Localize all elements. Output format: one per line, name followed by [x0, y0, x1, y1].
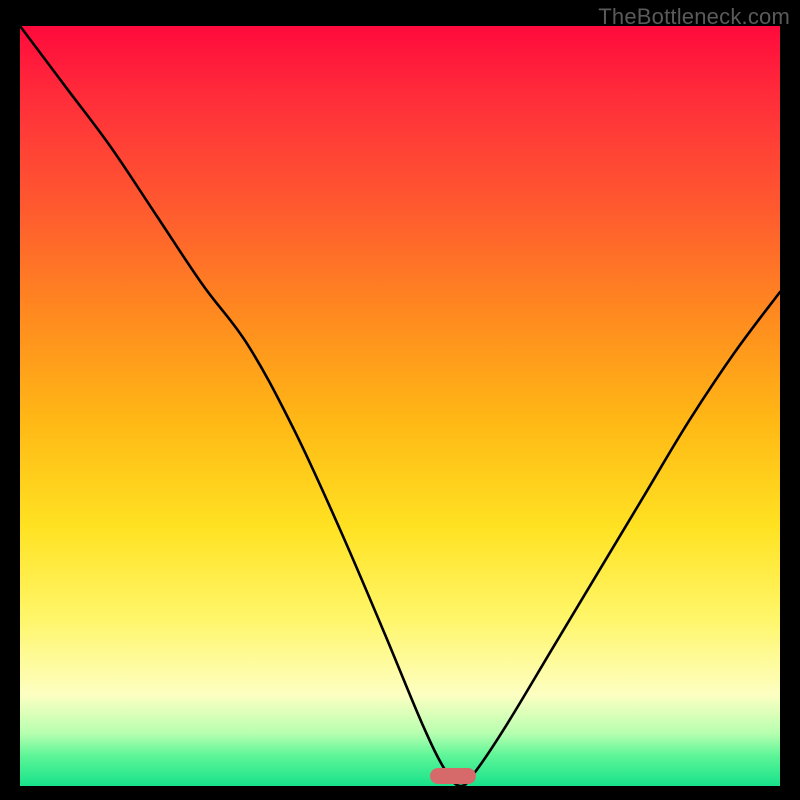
plot-area	[20, 26, 780, 786]
bottleneck-curve	[20, 26, 780, 786]
chart-frame: TheBottleneck.com	[0, 0, 800, 800]
watermark-text: TheBottleneck.com	[598, 4, 790, 30]
optimal-marker	[430, 768, 476, 784]
